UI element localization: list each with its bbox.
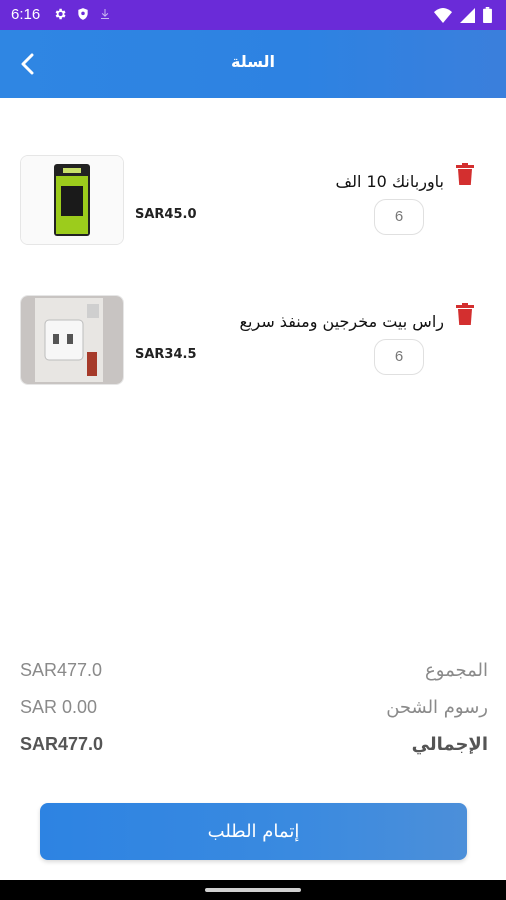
trash-icon	[456, 303, 474, 325]
navigation-bar	[0, 880, 506, 900]
item-name[interactable]: راس بيت مخرجين ومنفذ سريع	[240, 312, 444, 331]
item-price: SAR34.5	[135, 347, 197, 362]
wifi-icon	[434, 7, 452, 23]
signal-icon	[460, 7, 475, 23]
cart-item: SAR34.5 راس بيت مخرجين ومنفذ سريع 6	[0, 295, 506, 395]
wall-charger-image[interactable]	[20, 295, 124, 385]
shipping-label: رسوم الشحن	[386, 697, 488, 718]
item-price: SAR45.0	[135, 207, 197, 222]
download-icon	[101, 9, 109, 19]
subtotal-value: SAR477.0	[20, 660, 103, 680]
total-value: SAR477.0	[20, 734, 104, 754]
trash-icon	[456, 163, 474, 185]
status-icons-right	[434, 7, 492, 23]
battery-icon	[483, 7, 492, 23]
total-row: الإجمالي SAR477.0	[20, 734, 488, 758]
status-bar: 6:16	[0, 0, 506, 30]
shield-icon	[78, 8, 88, 20]
subtotal-row: المجموع SAR477.0	[20, 660, 488, 684]
page-title: السلة	[230, 52, 275, 71]
shipping-row: رسوم الشحن SAR 0.00	[20, 697, 488, 721]
powerbank-image[interactable]	[20, 155, 124, 245]
shipping-value: SAR 0.00	[20, 697, 98, 717]
quantity-field[interactable]: 6	[374, 339, 424, 375]
subtotal-label: المجموع	[425, 660, 488, 681]
item-name[interactable]: باوربانك 10 الف	[336, 172, 444, 191]
status-icons-left	[53, 7, 111, 21]
app-bar: السلة	[0, 30, 506, 98]
checkout-button[interactable]: إتمام الطلب	[40, 803, 467, 860]
delete-item-button[interactable]	[456, 163, 476, 187]
cart-item: SAR45.0 باوربانك 10 الف 6	[0, 155, 506, 255]
home-indicator[interactable]	[205, 888, 301, 892]
total-label: الإجمالي	[411, 734, 488, 755]
status-time: 6:16	[11, 6, 41, 23]
quantity-field[interactable]: 6	[374, 199, 424, 235]
gear-icon	[55, 8, 66, 20]
delete-item-button[interactable]	[456, 303, 476, 327]
